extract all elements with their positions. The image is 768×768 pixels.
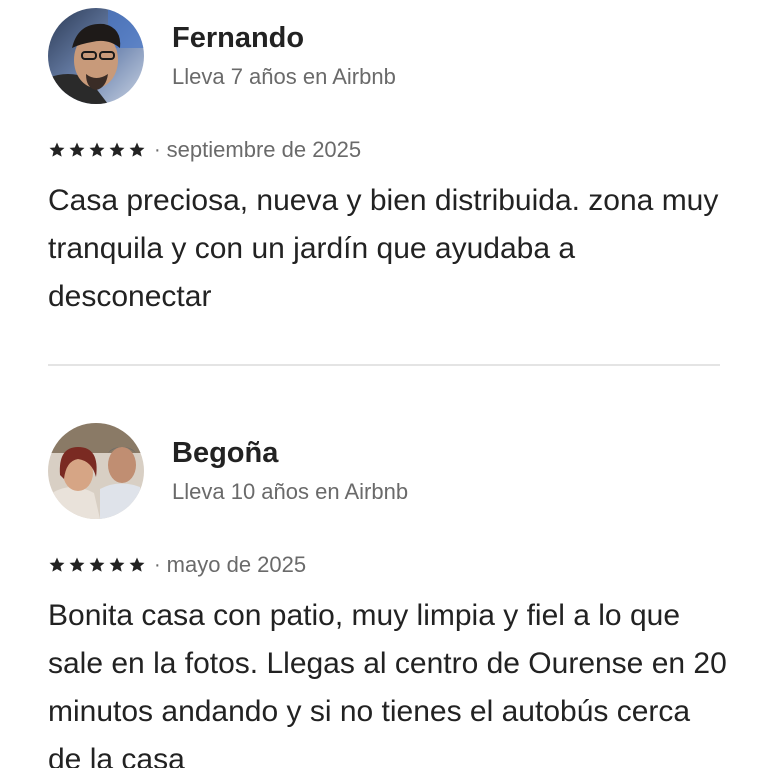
star-icon — [109, 557, 125, 572]
star-icon — [89, 142, 105, 157]
reviews-page: Fernando Lleva 7 años en Airbnb · septie… — [0, 0, 768, 768]
star-icon — [69, 142, 85, 157]
reviewer-tenure: Lleva 7 años en Airbnb — [172, 64, 396, 89]
star-icon — [69, 557, 85, 572]
review-divider — [48, 364, 720, 366]
review-header: Fernando Lleva 7 años en Airbnb — [48, 8, 720, 104]
review-text: Casa preciosa, nueva y bien distribuida.… — [48, 184, 719, 313]
separator-dot: · — [154, 553, 161, 576]
review-text: Bonita casa con patio, muy limpia y fiel… — [48, 599, 727, 768]
avatar[interactable] — [48, 423, 144, 519]
review-card: Fernando Lleva 7 años en Airbnb · septie… — [48, 8, 720, 321]
review-date: septiembre de 2025 — [166, 137, 362, 162]
star-icon — [129, 557, 145, 572]
star-icon — [49, 142, 65, 157]
avatar[interactable] — [48, 8, 144, 104]
reviewer-info: Fernando Lleva 7 años en Airbnb — [172, 20, 396, 92]
separator-dot: · — [154, 138, 161, 161]
star-rating — [48, 141, 146, 159]
star-icon — [109, 142, 125, 157]
review-meta: · septiembre de 2025 — [48, 135, 720, 165]
reviewer-name[interactable]: Fernando — [172, 20, 396, 56]
star-icon — [89, 557, 105, 572]
review-card: Begoña Lleva 10 años en Airbnb · mayo de… — [48, 423, 727, 768]
review-meta: · mayo de 2025 — [48, 550, 720, 580]
avatar-photo-icon — [48, 423, 144, 519]
reviewer-name[interactable]: Begoña — [172, 435, 408, 471]
star-rating — [48, 556, 146, 574]
star-icon — [129, 142, 145, 157]
avatar-photo-icon — [48, 8, 144, 104]
review-header: Begoña Lleva 10 años en Airbnb — [48, 423, 720, 519]
review-date: mayo de 2025 — [166, 552, 307, 577]
star-icon — [49, 557, 65, 572]
reviewer-info: Begoña Lleva 10 años en Airbnb — [172, 435, 408, 507]
reviewer-tenure: Lleva 10 años en Airbnb — [172, 479, 409, 504]
